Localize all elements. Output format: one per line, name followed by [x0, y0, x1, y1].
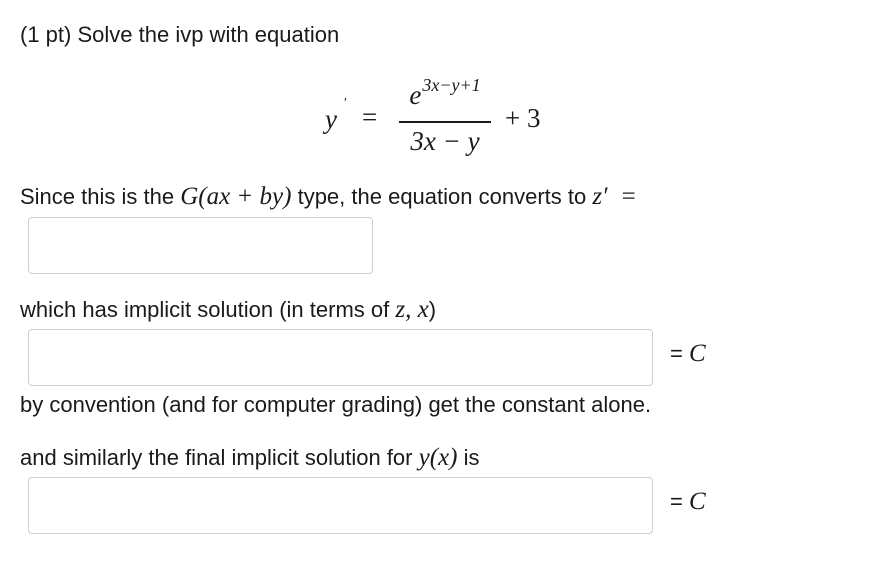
equals-sign: = — [670, 341, 683, 366]
fraction-bar — [399, 121, 491, 123]
equation-fraction: e3x−y+1 3x − y — [399, 74, 491, 164]
equation-plus-term: + 3 — [505, 103, 541, 133]
conversion-sentence: Since this is the G(ax + by) type, the e… — [20, 183, 636, 211]
conversion-type-math: G(ax + by) — [180, 183, 292, 210]
ode-equation: y ′ = e3x−y+1 3x − y + 3 — [325, 74, 565, 164]
equation-lhs: y — [325, 104, 337, 134]
equals-constant-label-final: = C — [670, 488, 706, 516]
implicit-text-after: ) — [428, 297, 437, 322]
fraction-numerator: e3x−y+1 — [399, 75, 491, 111]
implicit-zx-answer-input[interactable] — [28, 329, 653, 386]
conversion-text-before: Since this is the — [20, 184, 181, 209]
convention-note: by convention (and for computer grading)… — [20, 392, 652, 417]
problem-header: (1 pt) Solve the ivp with equation — [20, 22, 339, 48]
constant-c: C — [688, 340, 706, 367]
z-prime-answer-input[interactable] — [28, 217, 373, 274]
equals-constant-label: = C — [670, 340, 706, 368]
implicit-vars-math: z, x — [395, 296, 429, 323]
final-text-before: and similarly the final implicit solutio… — [20, 445, 419, 470]
fraction-denominator: 3x − y — [410, 126, 480, 156]
constant-c-final: C — [688, 488, 706, 515]
numerator-exponent: 3x−y+1 — [422, 75, 481, 95]
implicit-solution-sentence: which has implicit solution (in terms of… — [20, 296, 436, 324]
equals-sign-final: = — [670, 489, 683, 514]
problem-statement: Solve the ivp with equation — [77, 22, 340, 47]
implicit-text-before: which has implicit solution (in terms of — [20, 297, 396, 322]
final-text-after: is — [457, 445, 480, 470]
conversion-equals: = — [621, 183, 636, 210]
numerator-base: e — [409, 80, 422, 110]
final-solution-sentence: and similarly the final implicit solutio… — [20, 444, 479, 472]
final-func-math: y(x) — [418, 444, 458, 471]
equation-prime: ′ — [344, 96, 348, 111]
implicit-yx-answer-input[interactable] — [28, 477, 653, 534]
conversion-text-after: type, the equation converts to — [291, 184, 593, 209]
conversion-target-math: z′ — [592, 183, 608, 210]
equation-equals: = — [362, 102, 378, 132]
points-label: (1 pt) — [20, 22, 72, 47]
